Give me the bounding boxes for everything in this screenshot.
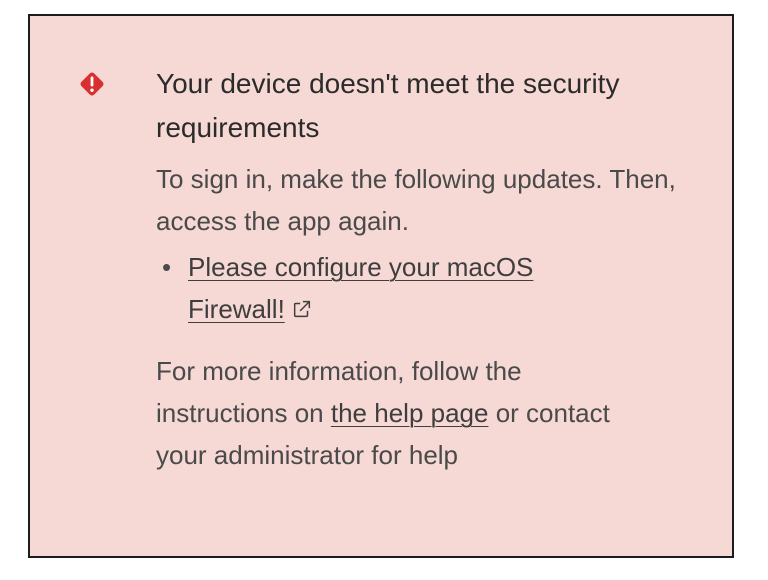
alert-diamond-icon [80, 72, 104, 96]
alert-title: Your device doesn't meet the security re… [156, 68, 620, 143]
configure-firewall-link[interactable]: Please configure your macOS Firewall! [188, 252, 533, 324]
more-info-text: For more information, follow the instruc… [156, 350, 636, 476]
configure-firewall-link-label: Please configure your macOS Firewall! [188, 252, 534, 324]
help-page-link[interactable]: the help page [331, 398, 489, 428]
alert-intro-text: To sign in, make the following updates. … [156, 164, 676, 236]
list-item: • Please configure your macOS Firewall! [156, 246, 616, 330]
required-updates-list: • Please configure your macOS Firewall! [156, 246, 716, 330]
bullet: • [162, 252, 172, 282]
alert-content: Your device doesn't meet the security re… [156, 62, 716, 476]
external-link-icon [293, 300, 310, 318]
security-alert-card: Your device doesn't meet the security re… [28, 14, 734, 558]
